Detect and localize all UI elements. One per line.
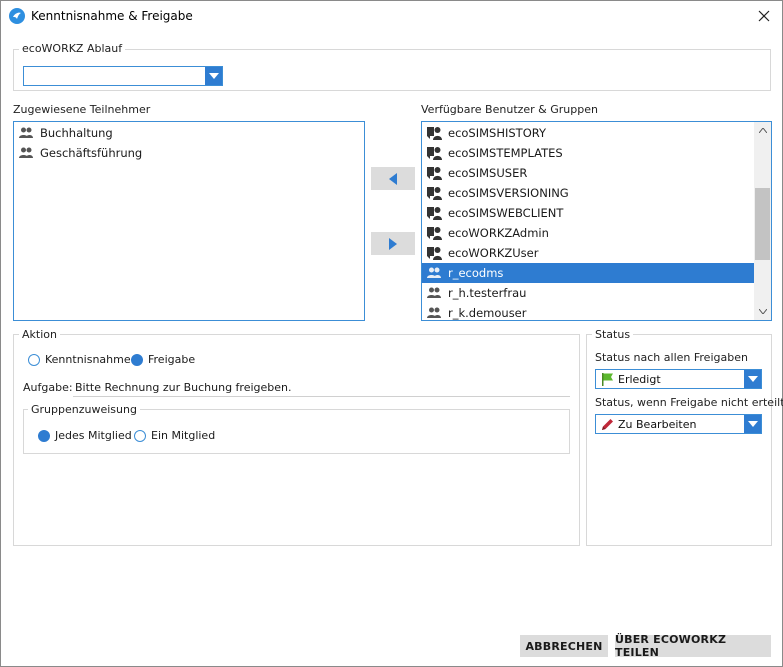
scroll-up-button[interactable] bbox=[754, 122, 771, 139]
list-item[interactable]: ecoSIMSTEMPLATES bbox=[422, 143, 754, 163]
group-icon bbox=[427, 267, 441, 278]
arrow-right-icon bbox=[389, 237, 397, 250]
ecoworkz-app-icon bbox=[9, 8, 25, 24]
list-item[interactable]: r_k.demouser bbox=[422, 303, 754, 320]
role-icon bbox=[427, 247, 442, 260]
group-icon bbox=[19, 127, 33, 138]
group-icon bbox=[427, 307, 441, 318]
list-item-label: Geschäftsführung bbox=[40, 146, 143, 160]
status-not-granted-dropdown[interactable]: Zu Bearbeiten bbox=[595, 414, 762, 434]
chevron-down-icon bbox=[747, 421, 758, 427]
dialog-window: Kenntnisnahme & Freigabe ecoWORKZ Ablauf… bbox=[0, 0, 783, 667]
chevron-down-icon bbox=[758, 309, 767, 314]
arrow-left-icon bbox=[389, 172, 397, 185]
status-after-all-arrow[interactable] bbox=[744, 370, 761, 388]
list-item[interactable]: ecoWORKZUser bbox=[422, 243, 754, 263]
close-button[interactable] bbox=[752, 4, 776, 28]
radio-label: Freigabe bbox=[148, 353, 196, 366]
green-flag-icon bbox=[602, 373, 613, 386]
cancel-button[interactable]: ABBRECHEN bbox=[520, 635, 608, 657]
ablauf-group-label: ecoWORKZ Ablauf bbox=[19, 42, 126, 55]
list-item[interactable]: ecoSIMSUSER bbox=[422, 163, 754, 183]
close-icon bbox=[758, 10, 770, 22]
status-not-granted-value: Zu Bearbeiten bbox=[618, 418, 697, 431]
list-item-label: r_h.testerfrau bbox=[448, 286, 527, 300]
status-group bbox=[586, 334, 772, 546]
chevron-down-icon bbox=[747, 376, 758, 382]
list-item-label: r_k.demouser bbox=[448, 306, 527, 320]
radio-jedes-mitglied[interactable]: Jedes Mitglied bbox=[38, 429, 132, 442]
list-item[interactable]: ecoSIMSHISTORY bbox=[422, 123, 754, 143]
pencil-icon bbox=[602, 419, 613, 430]
role-icon bbox=[427, 167, 442, 180]
list-item[interactable]: ecoSIMSWEBCLIENT bbox=[422, 203, 754, 223]
assigned-label: Zugewiesene Teilnehmer bbox=[13, 103, 151, 116]
ablauf-dropdown-arrow[interactable] bbox=[205, 67, 222, 85]
status-after-all-dropdown[interactable]: Erledigt bbox=[595, 369, 762, 389]
status-group-label: Status bbox=[592, 328, 634, 341]
available-list[interactable]: ecoSIMSHISTORY ecoSIMSTEMPLATES ecoSIMSUSE… bbox=[421, 121, 772, 321]
available-label: Verfügbare Benutzer & Gruppen bbox=[421, 103, 598, 116]
chevron-up-icon bbox=[758, 128, 767, 133]
role-icon bbox=[427, 207, 442, 220]
scroll-down-button[interactable] bbox=[754, 303, 771, 320]
list-item-label: ecoSIMSHISTORY bbox=[448, 126, 547, 140]
radio-kenntnisnahme[interactable]: Kenntnisnahme bbox=[28, 353, 131, 366]
radio-label: Jedes Mitglied bbox=[55, 429, 132, 442]
ablauf-dropdown[interactable] bbox=[23, 66, 223, 86]
list-item-label: ecoWORKZUser bbox=[448, 246, 539, 260]
list-item-label: ecoSIMSTEMPLATES bbox=[448, 146, 563, 160]
list-item[interactable]: Geschäftsführung bbox=[14, 143, 364, 163]
radio-circle bbox=[131, 353, 143, 366]
list-item-label: ecoSIMSWEBCLIENT bbox=[448, 206, 564, 220]
radio-label: Ein Mitglied bbox=[151, 429, 216, 442]
role-icon bbox=[427, 187, 442, 200]
group-icon bbox=[19, 147, 33, 158]
list-item-label: r_ecodms bbox=[448, 266, 504, 280]
chevron-down-icon bbox=[208, 73, 219, 79]
role-icon bbox=[427, 127, 442, 140]
role-icon bbox=[427, 227, 442, 240]
list-item[interactable]: r_ecodms bbox=[422, 263, 754, 283]
assigned-list[interactable]: Buchhaltung Geschäftsführung bbox=[13, 121, 365, 321]
title-bar: Kenntnisnahme & Freigabe bbox=[1, 1, 782, 31]
window-title: Kenntnisnahme & Freigabe bbox=[31, 9, 193, 23]
radio-circle bbox=[38, 429, 50, 442]
list-item-label: ecoSIMSVERSIONING bbox=[448, 186, 569, 200]
task-value: Bitte Rechnung zur Buchung freigeben. bbox=[75, 381, 292, 394]
radio-freigabe[interactable]: Freigabe bbox=[131, 353, 195, 366]
status-after-all-value: Erledigt bbox=[618, 373, 661, 386]
available-list-scrollbar[interactable] bbox=[754, 122, 771, 320]
radio-circle bbox=[134, 429, 146, 442]
gruppenzuweisung-group-label: Gruppenzuweisung bbox=[28, 403, 140, 416]
radio-ein-mitglied[interactable]: Ein Mitglied bbox=[134, 429, 215, 442]
task-input[interactable]: Bitte Rechnung zur Buchung freigeben. bbox=[73, 377, 570, 397]
status-not-granted-label: Status, wenn Freigabe nicht erteilt bbox=[595, 396, 783, 409]
move-left-button[interactable] bbox=[371, 167, 415, 190]
list-item[interactable]: r_h.testerfrau bbox=[422, 283, 754, 303]
list-item[interactable]: ecoSIMSVERSIONING bbox=[422, 183, 754, 203]
list-item-label: ecoWORKZAdmin bbox=[448, 226, 549, 240]
group-icon bbox=[427, 287, 441, 298]
aktion-group-label: Aktion bbox=[19, 328, 60, 341]
status-not-granted-arrow[interactable] bbox=[744, 415, 761, 433]
share-ecoworkz-button[interactable]: ÜBER ECOWORKZ TEILEN bbox=[615, 633, 771, 659]
status-after-all-label: Status nach allen Freigaben bbox=[595, 351, 748, 364]
scrollbar-thumb[interactable] bbox=[755, 188, 770, 260]
radio-circle bbox=[28, 353, 40, 366]
list-item-label: Buchhaltung bbox=[40, 126, 113, 140]
move-right-button[interactable] bbox=[371, 232, 415, 255]
role-icon bbox=[427, 147, 442, 160]
list-item-label: ecoSIMSUSER bbox=[448, 166, 528, 180]
radio-label: Kenntnisnahme bbox=[45, 353, 131, 366]
task-label: Aufgabe: bbox=[23, 381, 73, 394]
list-item[interactable]: ecoWORKZAdmin bbox=[422, 223, 754, 243]
list-item[interactable]: Buchhaltung bbox=[14, 123, 364, 143]
